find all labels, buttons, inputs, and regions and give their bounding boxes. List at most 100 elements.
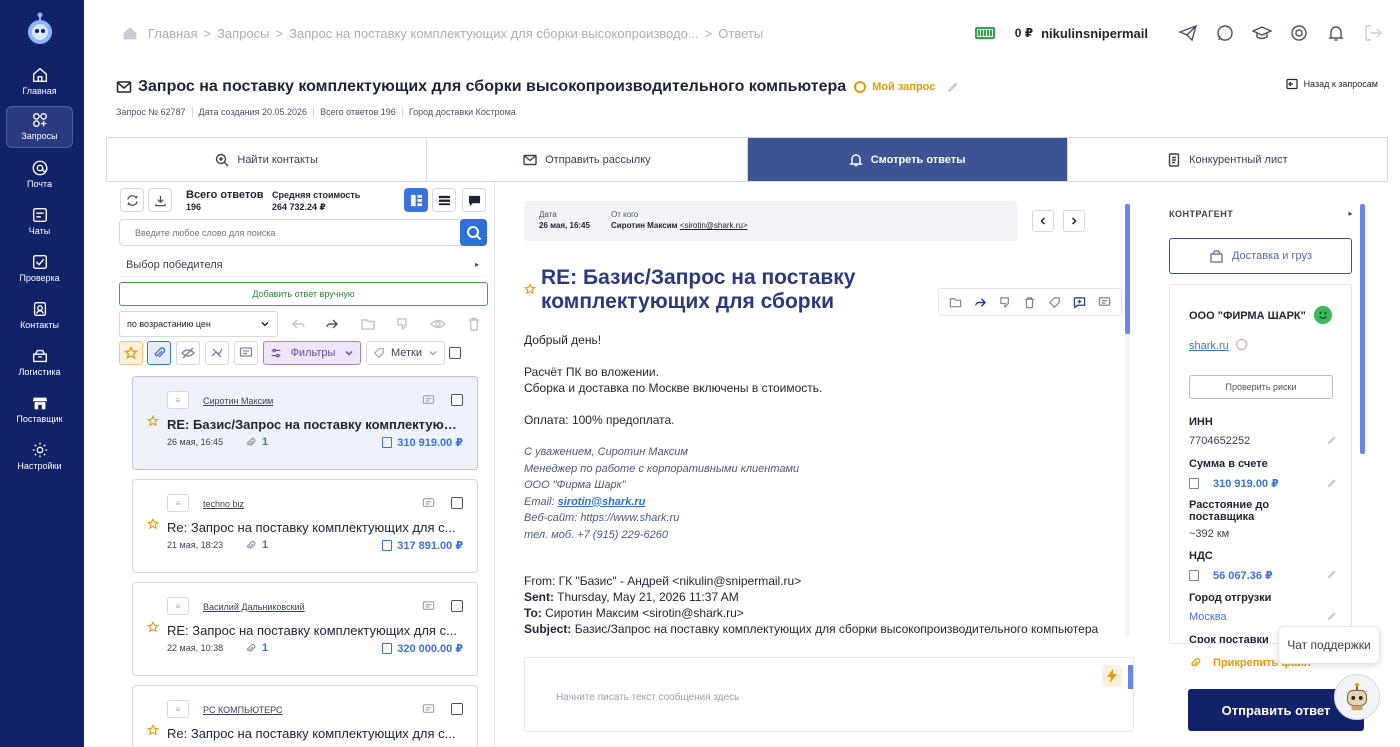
prev-mail-button[interactable] xyxy=(1032,210,1054,232)
trash-icon[interactable] xyxy=(1023,296,1036,309)
check-risks-button[interactable]: Проверить риски xyxy=(1189,375,1333,399)
answer-card[interactable]: ≡ Сиротин Максим RE: Базис/Запрос на пос… xyxy=(132,376,478,470)
forward-icon[interactable] xyxy=(324,316,340,332)
support-chat-bubble[interactable]: Чат поддержки xyxy=(1278,626,1380,664)
contractor-scrollbar[interactable] xyxy=(1360,204,1365,454)
answer-checkbox[interactable] xyxy=(451,600,463,612)
contractor-header[interactable]: КОНТРАГЕНТ ▸ xyxy=(1169,209,1353,219)
reply-icon[interactable] xyxy=(290,316,306,332)
answer-sender[interactable]: PC КОМПЬЮТЕРС xyxy=(203,705,283,715)
tab-send-mailing[interactable]: Отправить рассылку xyxy=(427,138,748,181)
forward-icon[interactable] xyxy=(974,296,987,309)
comment-icon[interactable] xyxy=(422,497,435,510)
tab-view-answers[interactable]: Смотреть ответы xyxy=(747,138,1068,181)
reply-compose-area[interactable]: Начните писать текст сообщения здесь xyxy=(524,657,1134,732)
search-button[interactable] xyxy=(460,219,487,246)
sidebar-item-supplier[interactable]: Поставщик xyxy=(6,390,73,432)
dislike-icon[interactable] xyxy=(999,296,1012,309)
star-icon[interactable] xyxy=(147,724,159,736)
unread-filter[interactable] xyxy=(205,341,229,365)
mail-from-email[interactable]: <sirotin@shark.ru> xyxy=(680,221,748,230)
next-mail-button[interactable] xyxy=(1063,210,1085,232)
sidebar-item-home[interactable]: Главная xyxy=(6,62,73,104)
pencil-icon[interactable] xyxy=(1327,435,1337,445)
refresh-button[interactable] xyxy=(120,188,144,212)
answer-card[interactable]: ≡ techno biz Re: Запрос на поставку комп… xyxy=(132,479,478,573)
pencil-icon[interactable] xyxy=(947,81,959,93)
compose-scrollbar[interactable] xyxy=(1128,665,1133,689)
comments-filter[interactable] xyxy=(234,341,258,365)
sidebar-item-label: Чаты xyxy=(28,226,51,236)
favorites-filter[interactable] xyxy=(119,341,143,365)
tags-dropdown[interactable]: Метки xyxy=(366,341,445,365)
tab-competitive-list[interactable]: Конкурентный лист xyxy=(1068,138,1387,181)
answer-checkbox[interactable] xyxy=(451,703,463,715)
home-icon[interactable] xyxy=(122,25,138,41)
delivery-cargo-button[interactable]: Доставка и груз xyxy=(1169,238,1352,274)
pencil-icon[interactable] xyxy=(1327,611,1337,621)
download-button[interactable] xyxy=(148,188,172,212)
whatsapp-icon[interactable] xyxy=(1215,23,1235,43)
sidebar-item-requests[interactable]: Запросы xyxy=(6,106,73,148)
answer-checkbox[interactable] xyxy=(451,497,463,509)
view-list-button[interactable] xyxy=(432,188,456,212)
app-logo[interactable] xyxy=(22,12,58,48)
comment-icon[interactable] xyxy=(422,703,435,716)
ai-assist-button[interactable] xyxy=(1102,665,1122,687)
star-icon[interactable] xyxy=(147,518,159,530)
tab-find-contacts[interactable]: Найти контакты xyxy=(107,138,428,181)
comment-icon[interactable] xyxy=(422,600,435,613)
answer-card[interactable]: ≡ Василий Дальниковский RE: Запрос на по… xyxy=(132,582,478,676)
hidden-filter[interactable] xyxy=(176,341,200,365)
breadcrumb-item[interactable]: Запросы xyxy=(217,26,269,41)
telegram-icon[interactable] xyxy=(1178,23,1198,43)
sidebar-item-settings[interactable]: Настройки xyxy=(6,437,73,479)
answer-sender[interactable]: Сиротин Максим xyxy=(203,396,273,406)
view-split-button[interactable] xyxy=(404,188,428,212)
view-chat-button[interactable] xyxy=(462,188,486,212)
trash-icon[interactable] xyxy=(466,316,482,332)
comment-icon[interactable] xyxy=(1098,296,1111,309)
move-to-folder-icon[interactable] xyxy=(949,296,962,309)
username[interactable]: nikulinsnipermail xyxy=(1041,26,1148,41)
select-all-checkbox[interactable] xyxy=(449,347,461,359)
sort-select[interactable]: по возрастанию цен xyxy=(119,311,278,337)
breadcrumb-item[interactable]: Главная xyxy=(148,26,197,41)
gear-icon[interactable] xyxy=(1289,23,1309,43)
pencil-icon[interactable] xyxy=(1327,478,1337,488)
tag-icon[interactable] xyxy=(1048,296,1061,309)
sidebar-item-chats[interactable]: Чаты xyxy=(6,202,73,244)
search-input[interactable] xyxy=(120,220,450,245)
mail-scrollbar-thumb[interactable] xyxy=(1125,204,1130,334)
filters-dropdown[interactable]: Фильтры xyxy=(263,341,361,365)
answer-sender[interactable]: Василий Дальниковский xyxy=(203,602,305,612)
logout-icon[interactable] xyxy=(1363,23,1383,43)
sidebar-item-logistics[interactable]: Логистика xyxy=(6,343,73,385)
eye-icon[interactable] xyxy=(430,316,446,332)
star-icon[interactable] xyxy=(147,415,159,427)
answer-card[interactable]: ≡ PC КОМПЬЮТЕРС Re: Запрос на поставку к… xyxy=(132,685,478,747)
comment-add-icon[interactable] xyxy=(1073,296,1086,309)
add-answer-manually-button[interactable]: Добавить ответ вручную xyxy=(119,282,488,306)
winner-select-row[interactable]: Выбор победителя ▸ xyxy=(119,253,486,277)
dislike-icon[interactable] xyxy=(395,316,411,332)
graduation-cap-icon[interactable] xyxy=(1252,23,1272,43)
support-bot-avatar[interactable] xyxy=(1334,674,1380,720)
answer-checkbox[interactable] xyxy=(451,394,463,406)
sidebar-item-contacts[interactable]: Контакты xyxy=(6,296,73,338)
bell-icon[interactable] xyxy=(1326,23,1346,43)
contractor-site-link[interactable]: shark.ru xyxy=(1189,340,1229,352)
sidebar-item-check[interactable]: Проверка xyxy=(6,249,73,291)
city-value[interactable]: Москва xyxy=(1189,611,1227,623)
comment-icon[interactable] xyxy=(422,394,435,407)
sidebar-item-mail[interactable]: Почта xyxy=(6,155,73,197)
attachments-filter[interactable] xyxy=(147,341,171,365)
star-icon[interactable] xyxy=(524,283,536,295)
answer-sender[interactable]: techno biz xyxy=(203,499,244,509)
move-to-folder-icon[interactable] xyxy=(360,316,376,332)
signature-email-link[interactable]: sirotin@shark.ru xyxy=(558,496,646,508)
star-icon[interactable] xyxy=(147,621,159,633)
pencil-icon[interactable] xyxy=(1327,569,1337,579)
breadcrumb-item[interactable]: Запрос на поставку комплектующих для сбо… xyxy=(289,26,699,41)
back-to-requests-link[interactable]: Назад к запросам xyxy=(1285,78,1378,90)
